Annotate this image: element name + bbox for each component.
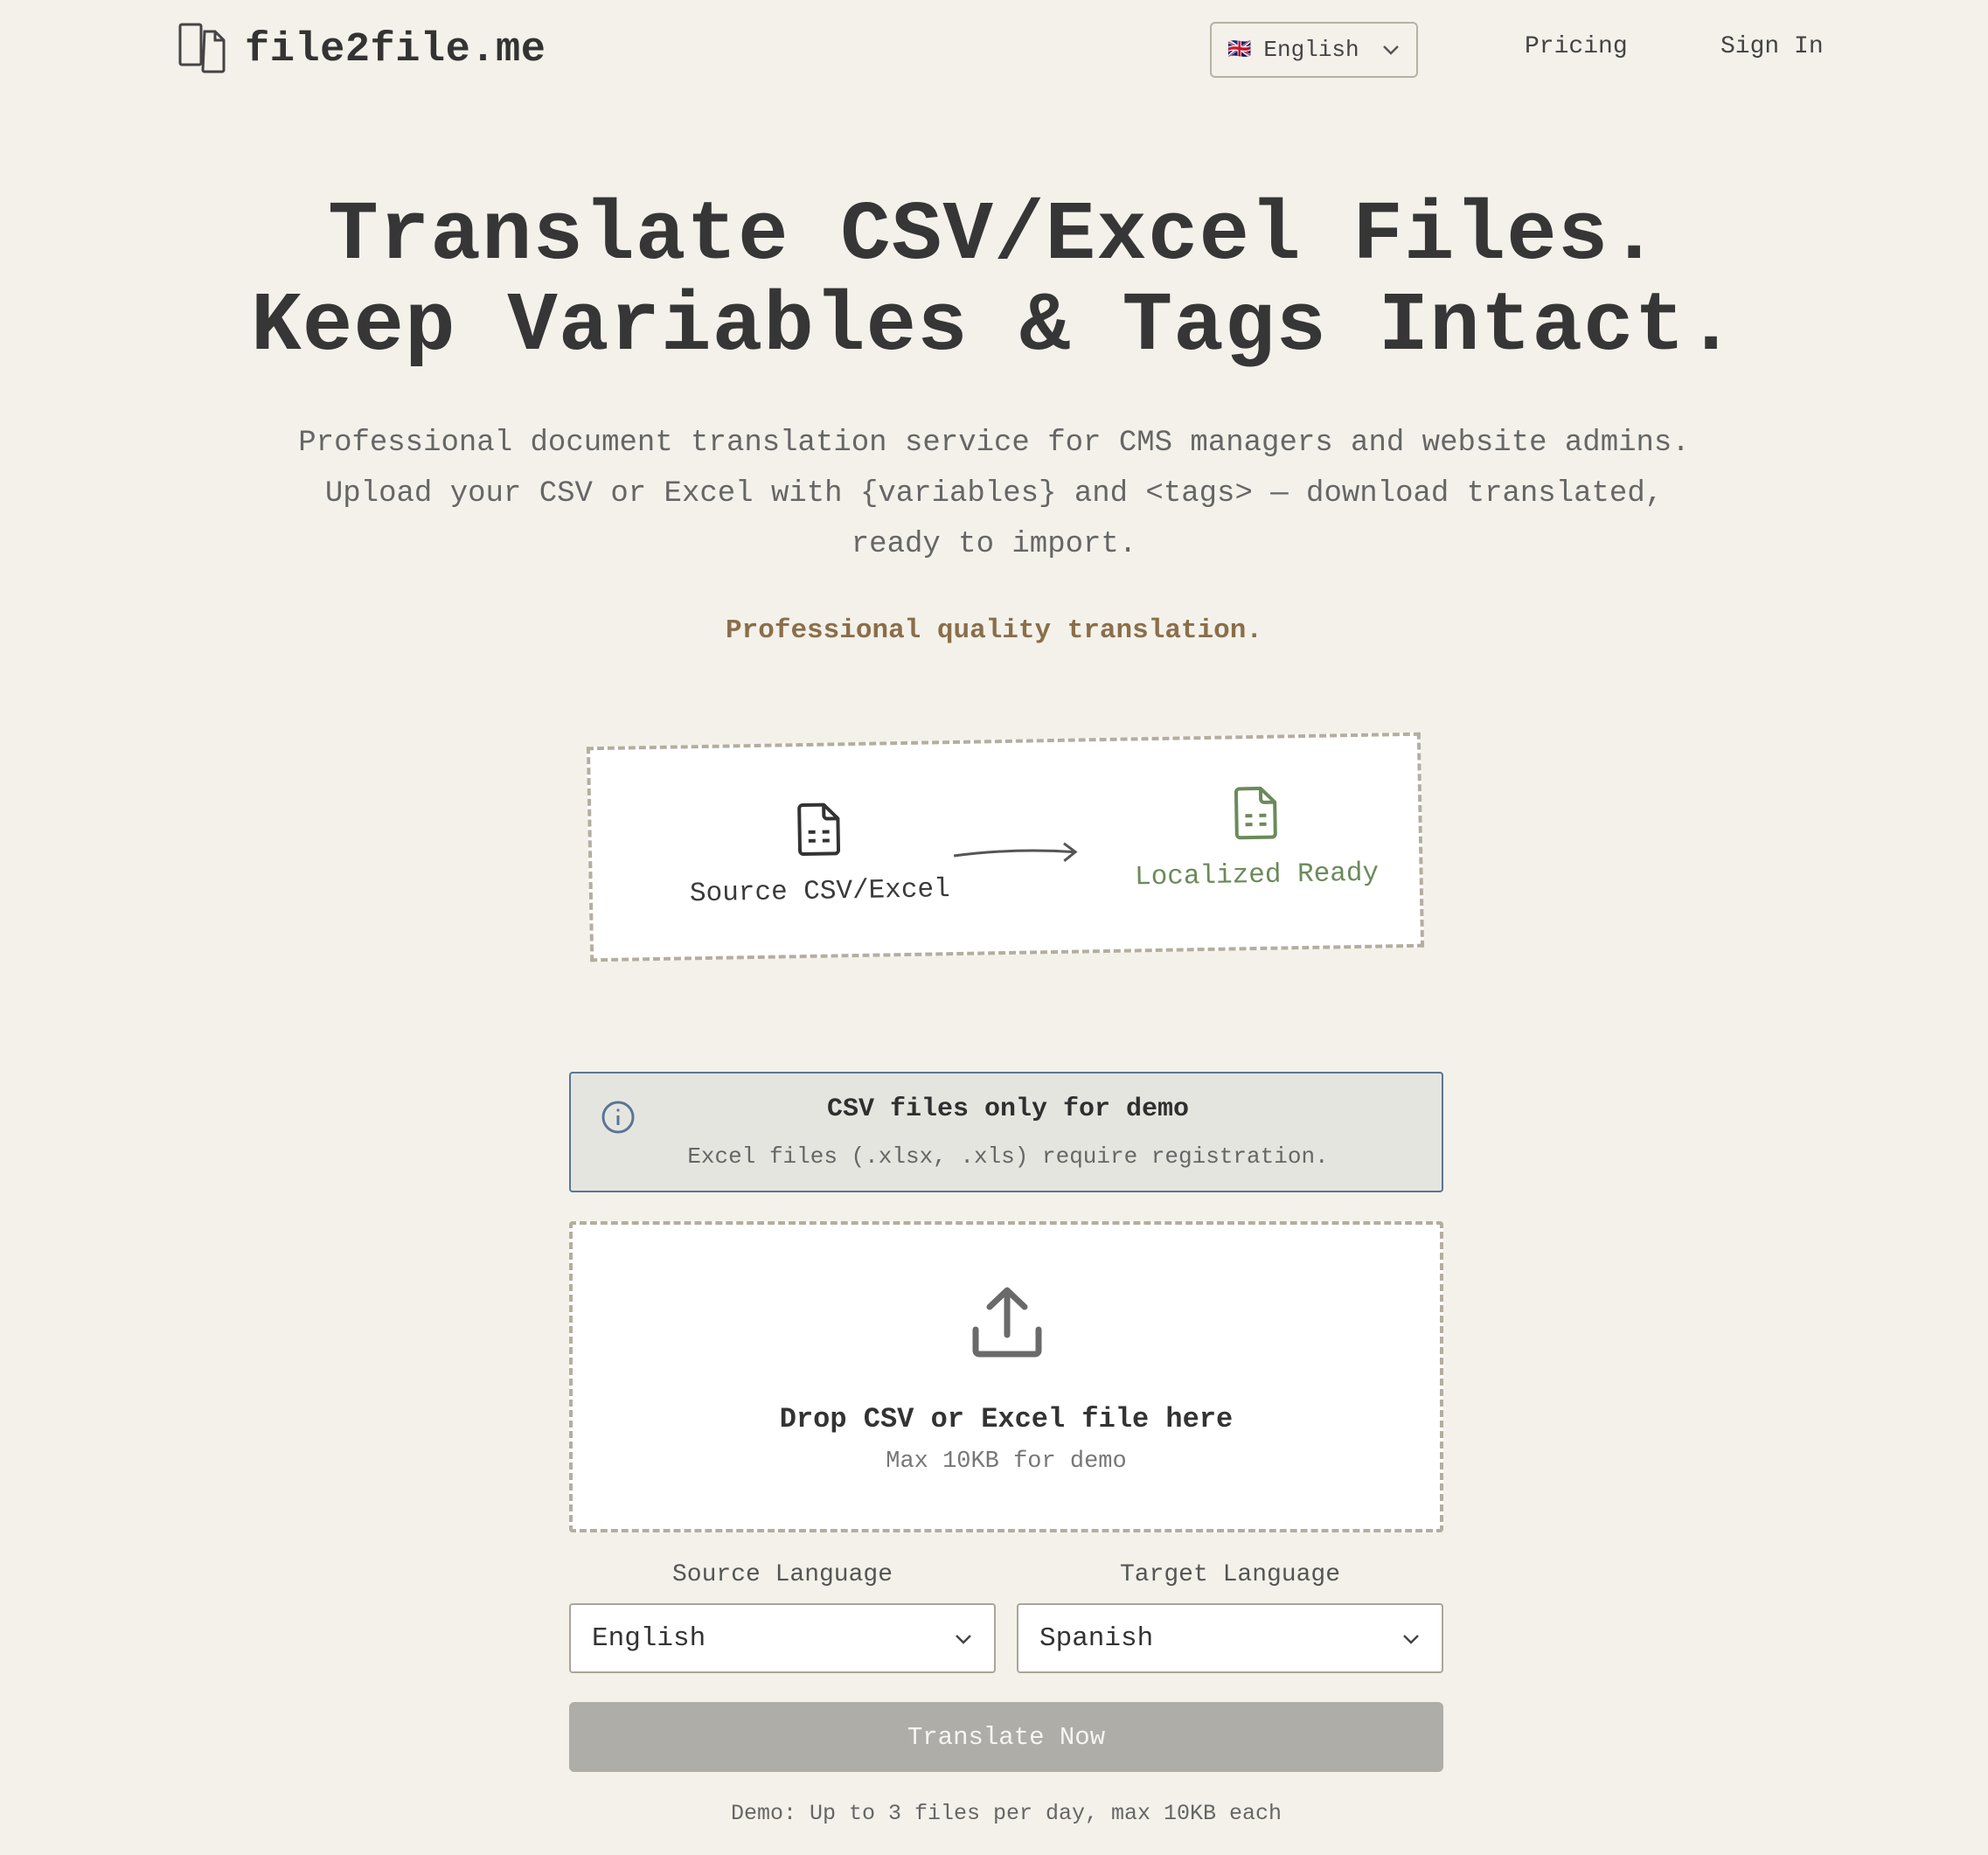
chevron-down-icon	[954, 1623, 973, 1654]
source-language-label: Source Language	[671, 1561, 893, 1588]
flow-source-label: Source CSV/Excel	[689, 874, 950, 910]
hero-title-line-2: Keep Variables & Tags Intact.	[251, 279, 1737, 374]
hero-title: Translate CSV/Excel Files. Keep Variable…	[0, 191, 1988, 372]
localized-file-icon	[1234, 786, 1279, 845]
source-language-select[interactable]: English	[569, 1603, 996, 1673]
notice-text: Excel files (.xlsx, .xls) require regist…	[687, 1143, 1329, 1170]
documents-icon	[178, 23, 227, 78]
hero-subtitle-line-2: Upload your CSV or Excel with {variables…	[324, 477, 1664, 511]
target-language-select[interactable]: Spanish	[1017, 1603, 1443, 1673]
uk-flag-icon: 🇬🇧	[1227, 39, 1252, 61]
hero-subtitle-line-1: Professional document translation servic…	[298, 427, 1690, 460]
hero-title-line-1: Translate CSV/Excel Files.	[328, 188, 1660, 283]
dropzone-subtitle: Max 10KB for demo	[886, 1449, 1127, 1475]
flow-target-label: Localized Ready	[1134, 858, 1380, 893]
demo-limit-note: Demo: Up to 3 files per day, max 10KB ea…	[730, 1801, 1282, 1826]
arrow-right-icon	[952, 840, 1081, 873]
spreadsheet-file-icon	[796, 802, 842, 861]
csv-demo-notice: CSV files only for demo Excel files (.xl…	[569, 1072, 1443, 1192]
dropzone-title: Drop CSV or Excel file here	[779, 1403, 1234, 1435]
upload-icon	[970, 1286, 1044, 1364]
chevron-down-icon	[1401, 1623, 1421, 1654]
target-language-value: Spanish	[1039, 1622, 1154, 1654]
source-language-value: English	[592, 1622, 706, 1654]
chevron-down-icon	[1381, 37, 1401, 63]
quality-note: Professional quality translation.	[726, 615, 1262, 646]
flow-source: Source CSV/Excel	[678, 800, 960, 910]
language-selector-label: English	[1263, 37, 1359, 63]
hero-subtitle: Professional document translation servic…	[0, 418, 1988, 570]
brand-logo[interactable]: file2file.me	[178, 23, 546, 78]
nav-pricing-link[interactable]: Pricing	[1525, 33, 1628, 60]
translate-now-button[interactable]: Translate Now	[569, 1702, 1443, 1772]
nav-sign-in-link[interactable]: Sign In	[1720, 33, 1824, 60]
file-dropzone[interactable]: Drop CSV or Excel file here Max 10KB for…	[569, 1221, 1443, 1532]
flow-target: Localized Ready	[1116, 783, 1397, 893]
target-language-label: Target Language	[1119, 1561, 1341, 1588]
flow-illustration-card: Source CSV/Excel Localized Ready	[586, 732, 1425, 962]
brand-name: file2file.me	[245, 27, 546, 73]
hero-subtitle-line-3: ready to import.	[851, 528, 1137, 561]
notice-title: CSV files only for demo	[826, 1094, 1190, 1124]
language-selector[interactable]: 🇬🇧 English	[1210, 22, 1418, 78]
